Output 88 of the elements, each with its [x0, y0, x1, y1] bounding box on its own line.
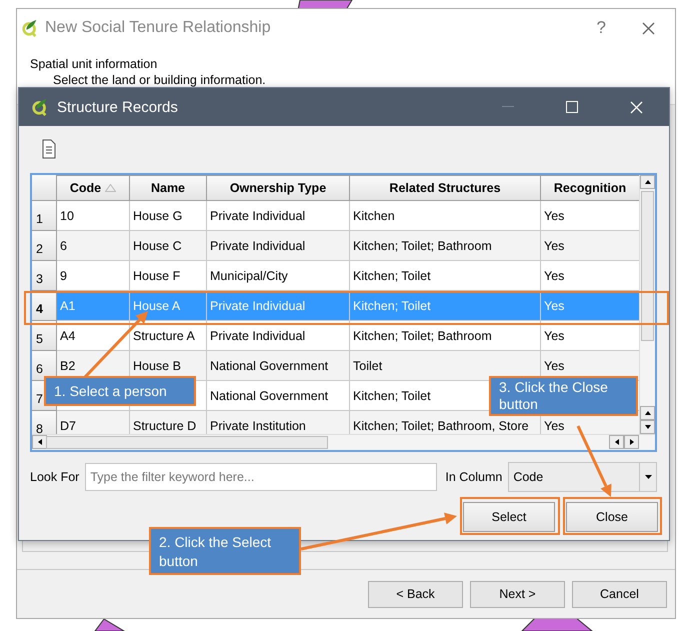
look-for-label: Look For — [30, 470, 80, 484]
table-cell: Yes — [544, 298, 564, 312]
section-description: Select the land or building information. — [53, 73, 267, 87]
table-cell: Kitchen; Toilet — [353, 298, 431, 312]
leaf-logo-icon — [31, 98, 49, 116]
table-cell: Private Individual — [210, 208, 306, 222]
table-cell: A4 — [60, 328, 76, 342]
column-header[interactable]: Name — [130, 175, 207, 201]
table-cell: National Government — [210, 358, 328, 372]
leaf-logo-icon — [21, 19, 39, 37]
wizard-button[interactable]: Cancel — [572, 580, 667, 608]
row-header[interactable]: 2 — [32, 231, 57, 261]
table-cell: House F — [133, 268, 180, 282]
column-header[interactable]: Recognition — [541, 175, 639, 201]
table-row[interactable]: 6 B2 House B National Government Toilet Yes — [32, 351, 639, 381]
dialog-title: Structure Records — [57, 98, 178, 116]
row-header[interactable]: 6 — [32, 351, 57, 381]
close-icon[interactable] — [642, 22, 655, 34]
table-cell: House A — [133, 298, 180, 312]
table-cell: Private Individual — [210, 298, 306, 312]
table-row[interactable]: 1 10 House G Private Individual Kitchen Yes — [32, 201, 639, 231]
table-cell: Private Institution — [210, 418, 306, 432]
table-cell: Kitchen; Toilet — [353, 268, 431, 282]
table-cell: Yes — [544, 418, 564, 432]
section-heading: Spatial unit information — [30, 57, 158, 71]
row-header[interactable]: 5 — [32, 321, 57, 351]
arrow-icon[interactable] — [644, 424, 650, 430]
table-cell: House C — [133, 238, 182, 252]
table-cell: 9 — [60, 268, 67, 282]
wizard-button[interactable]: < Back — [368, 580, 463, 608]
table-cell: B2 — [60, 358, 76, 372]
table-row[interactable]: 8 D7 Structure D Private Institution Kitchen; Toilet; Bathroom, Store Yes — [32, 411, 639, 434]
table-cell: Structure A — [133, 328, 195, 342]
table-cell: Structure D — [133, 418, 196, 432]
row-header[interactable]: 8 — [32, 411, 57, 434]
wizard-button[interactable]: Next > — [470, 580, 565, 608]
table-row[interactable]: 4 A1 House A Private Individual Kitchen; Toilet Yes — [32, 291, 639, 321]
table-cell: Private Individual — [210, 328, 306, 342]
table-cell: 10 — [60, 208, 74, 222]
table-cell: Yes — [544, 208, 564, 222]
table-cell: Kitchen; Toilet — [353, 388, 431, 402]
horizontal-scrollbar[interactable] — [32, 434, 655, 450]
table-row[interactable]: 2 6 House C Private Individual Kitchen; Toilet; Bathroom Yes — [32, 231, 639, 261]
table-cell: Yes — [544, 238, 564, 252]
table-row[interactable]: 5 A4 Structure A Private Individual Kitchen; Toilet; Bathroom Yes — [32, 321, 639, 351]
table-cell: 6 — [60, 238, 67, 252]
dialog-button[interactable]: Close — [566, 502, 658, 532]
table-cell: Municipal/City — [210, 268, 288, 282]
table-cell: House G — [133, 208, 182, 222]
table-row[interactable]: 3 9 House F Municipal/City Kitchen; Toilet Yes — [32, 261, 639, 291]
table-cell: Yes — [544, 328, 564, 342]
dialog-button[interactable]: Select — [463, 502, 555, 532]
row-header[interactable]: 1 — [32, 201, 57, 231]
row-header[interactable]: 3 — [32, 261, 57, 291]
arrow-icon[interactable] — [644, 410, 650, 416]
arrow-icon[interactable] — [36, 439, 42, 445]
table-cell: Kitchen; Toilet; Bathroom — [353, 328, 492, 342]
column-header[interactable]: Code — [57, 175, 130, 201]
table-cell: House B — [133, 358, 181, 372]
column-header[interactable]: Ownership Type — [207, 175, 350, 201]
row-header[interactable]: 4 — [32, 291, 57, 321]
table-cell: Toilet — [353, 358, 382, 372]
window-title: New Social Tenure Relationship — [45, 19, 271, 37]
table-cell: A1 — [60, 298, 76, 312]
table-cell: National Government — [210, 388, 328, 402]
table-cell: Kitchen; Toilet; Bathroom, Store — [353, 418, 529, 432]
callout-tooltip: 2. Click the Select button — [149, 527, 301, 575]
table-cell: D7 — [60, 418, 76, 432]
table-cell: Yes — [544, 268, 564, 282]
table-cell: Kitchen — [353, 208, 395, 222]
table-cell: Kitchen; Toilet; Bathroom — [353, 238, 492, 252]
column-header[interactable]: Related Structures — [350, 175, 541, 201]
arrow-icon[interactable] — [614, 439, 620, 445]
in-column-label: In Column — [445, 470, 502, 484]
arrow-icon[interactable] — [628, 439, 634, 445]
callout-arrow — [576, 425, 612, 497]
callout-tooltip: 1. Select a person — [44, 376, 196, 406]
filter-field[interactable]: Type the filter keyword here... — [85, 463, 438, 491]
arrow-icon[interactable] — [644, 179, 650, 185]
caret-icon — [644, 475, 652, 479]
corner-header — [32, 175, 57, 201]
maximize-icon[interactable] — [566, 101, 578, 113]
column-dropdown[interactable]: Code — [508, 462, 658, 492]
callout-tooltip: 3. Click the Close button — [489, 376, 638, 416]
table-cell: Private Individual — [210, 238, 306, 252]
help-button[interactable]: ? — [596, 18, 606, 38]
vertical-scrollbar[interactable] — [639, 175, 655, 434]
table-cell: Yes — [544, 358, 564, 372]
